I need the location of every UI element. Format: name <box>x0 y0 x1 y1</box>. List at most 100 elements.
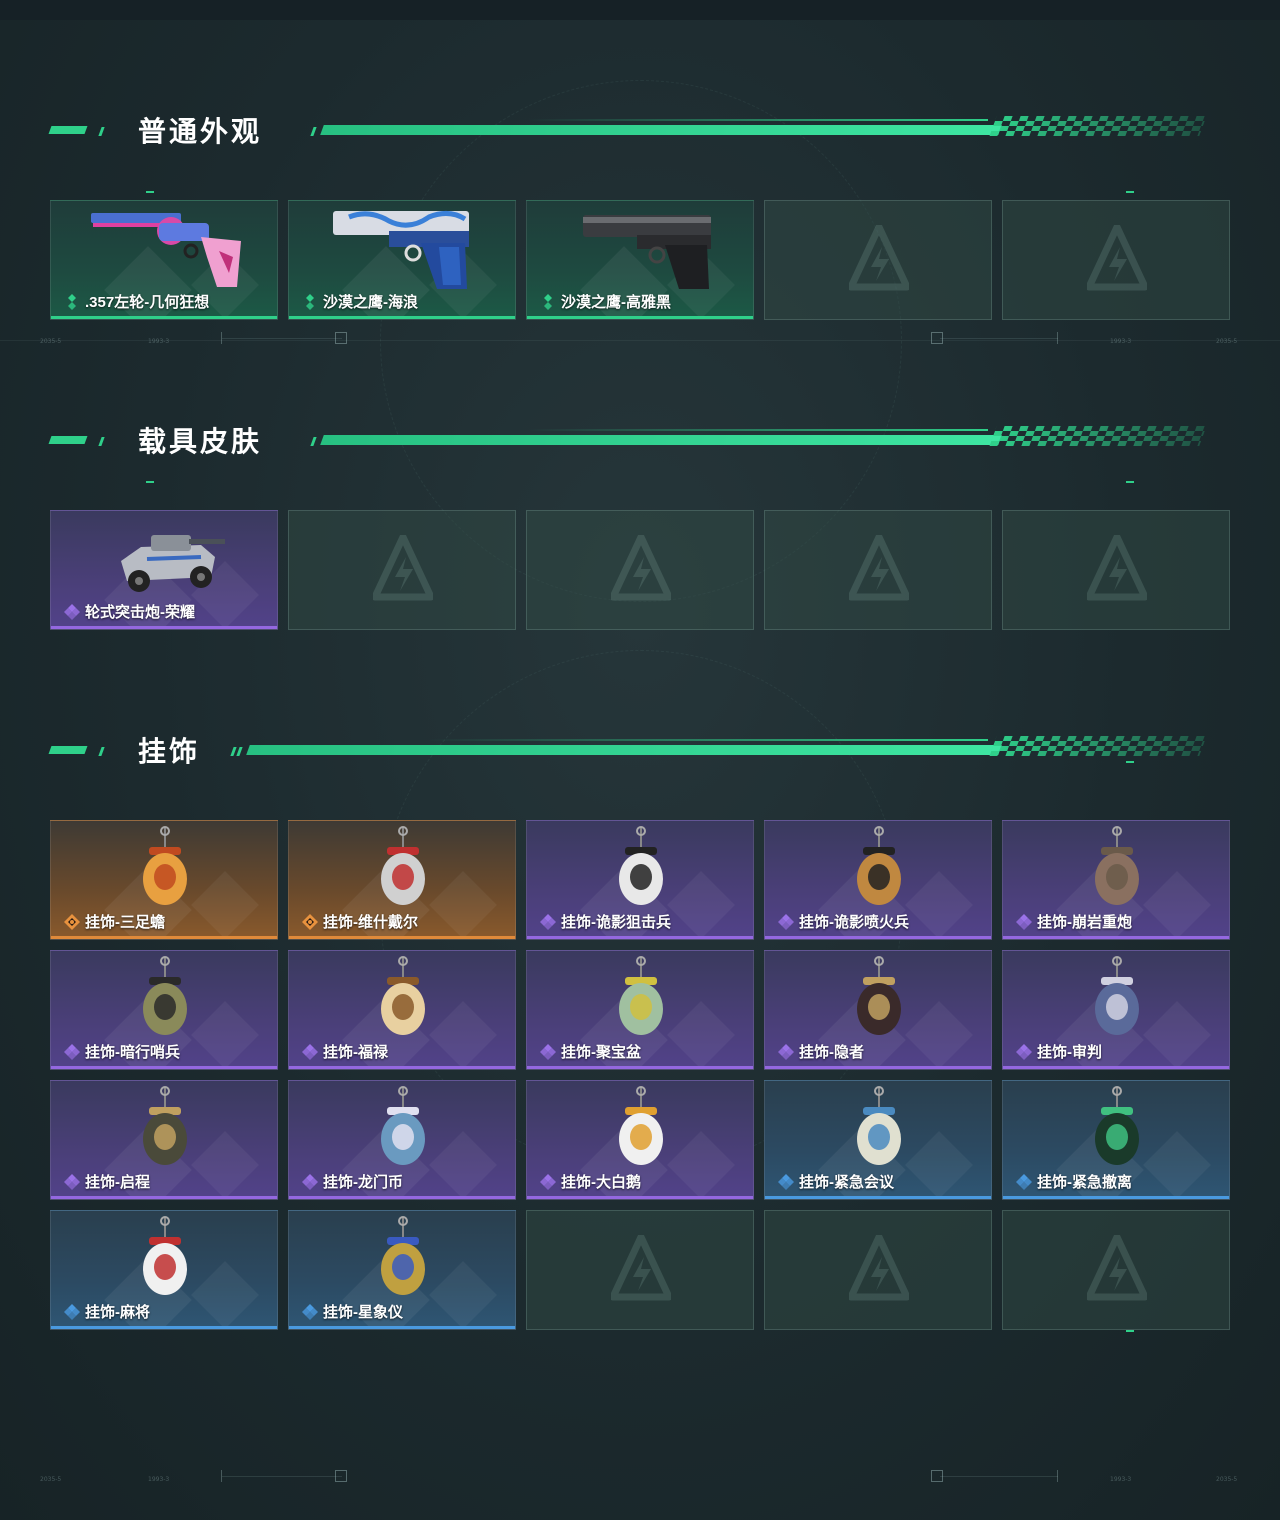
judgement-card-charm-icon <box>1003 951 1229 1047</box>
rarity-purple-icon <box>1015 913 1033 931</box>
item-card[interactable]: 挂饰-福禄 <box>288 950 516 1070</box>
item-label: 挂饰-维什戴尔 <box>323 914 418 931</box>
empty-slot <box>1002 1210 1230 1330</box>
rarity-green-icon <box>301 293 319 311</box>
item-card[interactable]: 挂饰-龙门币 <box>288 1080 516 1200</box>
rarity-bar <box>51 1066 277 1069</box>
rarity-orange-icon <box>301 913 319 931</box>
section-header-charms: 挂饰 <box>48 736 1208 767</box>
rarity-purple-icon <box>63 1173 81 1191</box>
item-card[interactable]: 挂饰-聚宝盆 <box>526 950 754 1070</box>
empty-slot <box>526 510 754 630</box>
item-card[interactable]: 挂饰-紧急会议 <box>764 1080 992 1200</box>
item-card[interactable]: 沙漠之鹰-高雅黑 <box>526 200 754 320</box>
rarity-blue-icon <box>1015 1173 1033 1191</box>
item-label: 沙漠之鹰-海浪 <box>323 294 418 311</box>
item-card[interactable]: 轮式突击炮-荣耀 <box>50 510 278 630</box>
evac-charm-icon <box>1003 1081 1229 1177</box>
gourd-charm-icon <box>289 951 515 1047</box>
item-label: 挂饰-审判 <box>1037 1044 1102 1061</box>
revolver-icon <box>51 201 277 297</box>
item-card[interactable]: 挂饰-审判 <box>1002 950 1230 1070</box>
empty-slot-logo-icon <box>609 1233 673 1301</box>
item-label: 挂饰-诡影喷火兵 <box>799 914 909 931</box>
rarity-bar <box>51 316 277 319</box>
item-card[interactable]: 挂饰-三足蟾 <box>50 820 278 940</box>
rarity-bar <box>289 1066 515 1069</box>
rarity-purple-icon <box>63 603 81 621</box>
empty-slot-logo-icon <box>1085 1233 1149 1301</box>
rarity-bar <box>527 316 753 319</box>
item-card[interactable]: 挂饰-暗行哨兵 <box>50 950 278 1070</box>
item-label: 挂饰-麻将 <box>85 1304 150 1321</box>
hermit-card-charm-icon <box>765 951 991 1047</box>
item-card[interactable]: 挂饰-紧急撤离 <box>1002 1080 1230 1200</box>
item-label: 挂饰-启程 <box>85 1174 150 1191</box>
rarity-blue-icon <box>777 1173 795 1191</box>
section-header-vehicle-skins: 载具皮肤 <box>48 426 1208 457</box>
item-card[interactable]: 挂饰-诡影狙击兵 <box>526 820 754 940</box>
section-title: 载具皮肤 <box>138 426 263 457</box>
top-bar <box>0 0 1280 20</box>
empty-slot <box>1002 510 1230 630</box>
rarity-purple-icon <box>301 1173 319 1191</box>
section-title: 挂饰 <box>138 736 201 767</box>
rarity-bar <box>527 1066 753 1069</box>
empty-slot-logo-icon <box>1085 533 1149 601</box>
rarity-bar <box>765 1196 991 1199</box>
item-label: 挂饰-福禄 <box>323 1044 388 1061</box>
meeting-charm-icon <box>765 1081 991 1177</box>
item-card[interactable]: 挂饰-麻将 <box>50 1210 278 1330</box>
item-card[interactable]: 挂饰-诡影喷火兵 <box>764 820 992 940</box>
item-label: 挂饰-紧急撤离 <box>1037 1174 1132 1191</box>
sniper-charm-icon <box>527 821 753 917</box>
empty-slot-logo-icon <box>1085 223 1149 291</box>
rarity-purple-icon <box>63 1043 81 1061</box>
item-card[interactable]: .357左轮-几何狂想 <box>50 200 278 320</box>
sentry-charm-icon <box>51 951 277 1047</box>
goose-charm-icon <box>527 1081 753 1177</box>
astrolabe-charm-icon <box>289 1211 515 1307</box>
item-label: 挂饰-隐者 <box>799 1044 864 1061</box>
item-card[interactable]: 挂饰-崩岩重炮 <box>1002 820 1230 940</box>
rarity-bar <box>527 936 753 939</box>
rarity-bar <box>527 1196 753 1199</box>
mahjong-charm-icon <box>51 1211 277 1307</box>
item-label: 挂饰-崩岩重炮 <box>1037 914 1132 931</box>
rock-charm-icon <box>1003 821 1229 917</box>
rarity-purple-icon <box>539 913 557 931</box>
pistol-wave-icon <box>289 201 515 297</box>
rarity-purple-icon <box>301 1043 319 1061</box>
tag-charm-icon <box>289 821 515 917</box>
item-label: 挂饰-三足蟾 <box>85 914 165 931</box>
rarity-green-icon <box>539 293 557 311</box>
rarity-green-icon <box>63 293 81 311</box>
rarity-purple-icon <box>1015 1043 1033 1061</box>
item-card[interactable]: 挂饰-维什戴尔 <box>288 820 516 940</box>
section-title: 普通外观 <box>138 116 263 147</box>
pistol-black-icon <box>527 201 753 297</box>
rarity-bar <box>289 1196 515 1199</box>
item-label: 挂饰-星象仪 <box>323 1304 403 1321</box>
item-label: 挂饰-暗行哨兵 <box>85 1044 180 1061</box>
ring-charm-icon <box>51 1081 277 1177</box>
empty-slot-logo-icon <box>847 1233 911 1301</box>
empty-slot-logo-icon <box>609 533 673 601</box>
flamer-charm-icon <box>765 821 991 917</box>
rarity-bar <box>1003 936 1229 939</box>
item-card[interactable]: 沙漠之鹰-海浪 <box>288 200 516 320</box>
item-label: 挂饰-紧急会议 <box>799 1174 894 1191</box>
item-card[interactable]: 挂饰-大白鹅 <box>526 1080 754 1200</box>
rarity-blue-icon <box>301 1303 319 1321</box>
empty-slot-logo-icon <box>847 223 911 291</box>
rarity-bar <box>51 626 277 629</box>
item-card[interactable]: 挂饰-星象仪 <box>288 1210 516 1330</box>
rarity-bar <box>51 936 277 939</box>
empty-slot <box>288 510 516 630</box>
item-card[interactable]: 挂饰-隐者 <box>764 950 992 1070</box>
item-card[interactable]: 挂饰-启程 <box>50 1080 278 1200</box>
item-label: 挂饰-诡影狙击兵 <box>561 914 671 931</box>
rarity-orange-icon <box>63 913 81 931</box>
rarity-bar <box>289 936 515 939</box>
rarity-purple-icon <box>777 913 795 931</box>
